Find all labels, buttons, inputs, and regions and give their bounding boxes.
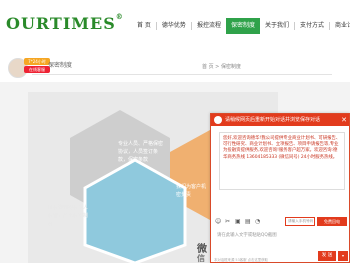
hex-text-left-bottom: 所有资料均有专人保管，严格保密制度 — [48, 205, 89, 227]
site-header: OURTIMES® 首 页 德华优势 报控流程 保密制度 关于我们 支付方式 商… — [0, 0, 350, 52]
nav-item-advantages[interactable]: 德华优势 — [157, 18, 191, 34]
nav-item-process[interactable]: 报控流程 — [192, 18, 226, 34]
nav-item-business-plan[interactable]: 商业计划书 — [330, 18, 350, 34]
nav-item-home[interactable]: 首 页 — [132, 18, 156, 34]
image-icon[interactable]: ▣ — [235, 219, 241, 225]
chat-header-text: 请稍候网页后重新开始对话并浏览保存对话 — [225, 117, 321, 123]
phone-number-input[interactable]: 请输入手机号码 — [285, 217, 315, 226]
hex-text-left-top: 专业人员、严格保密协议，人员签订条款，保密条款 — [118, 141, 164, 163]
main-nav: 首 页 德华优势 报控流程 保密制度 关于我们 支付方式 商业计划书 — [132, 18, 350, 34]
chat-footer-note[interactable]: 本对话框来源 53客服 点击这里获取 — [214, 257, 268, 262]
screenshot-icon[interactable]: ✂ — [225, 219, 231, 225]
header-divider — [32, 74, 332, 75]
history-icon[interactable]: ◔ — [255, 219, 261, 225]
nav-item-about[interactable]: 关于我们 — [260, 18, 294, 34]
chat-message-text: 您好,欢迎咨询德华!我公司提供专业商业计划书、可研报告、可行性研究、商业计划书、… — [223, 136, 341, 160]
online-service-badge[interactable]: 7*24小时 在线客服 — [6, 56, 50, 84]
section-title-2: 信 — [197, 254, 205, 263]
chat-widget: 请稍候网页后重新开始对话并浏览保存对话 ✕ 您好,欢迎咨询德华!我公司提供专业商… — [210, 113, 350, 263]
nav-item-confidentiality[interactable]: 保密制度 — [225, 18, 260, 34]
page-root: OURTIMES® 首 页 德华优势 报控流程 保密制度 关于我们 支付方式 商… — [0, 0, 350, 263]
breadcrumb: 首 页 > 保密制度 — [202, 64, 241, 70]
logo-text: OURTIMES — [6, 14, 116, 33]
page-title: 保密制度 — [48, 62, 73, 69]
close-icon[interactable]: ✕ — [341, 115, 347, 125]
nav-item-payment[interactable]: 支付方式 — [295, 18, 329, 34]
free-callback-button[interactable]: 免费回电 — [317, 217, 347, 226]
service-hours-label: 7*24小时 — [24, 58, 50, 65]
site-logo[interactable]: OURTIMES® — [6, 11, 124, 33]
chat-logo-icon — [214, 116, 222, 124]
logo-registered-mark: ® — [115, 11, 124, 21]
chat-header[interactable]: 请稍候网页后重新开始对话并浏览保存对话 ✕ — [211, 114, 349, 126]
file-icon[interactable]: ▤ — [245, 219, 251, 225]
send-button[interactable]: 发 送 — [318, 251, 336, 261]
chat-message: 您好,欢迎咨询德华!我公司提供专业商业计划书、可研报告、可行性研究、商业计划书、… — [219, 132, 345, 190]
online-service-label: 在线客服 — [24, 66, 50, 73]
emoji-icon[interactable]: ☺ — [215, 219, 221, 225]
hex-text-right: 我们为客户机密负责 — [176, 184, 207, 198]
send-options-icon[interactable]: ▾ — [338, 251, 348, 261]
